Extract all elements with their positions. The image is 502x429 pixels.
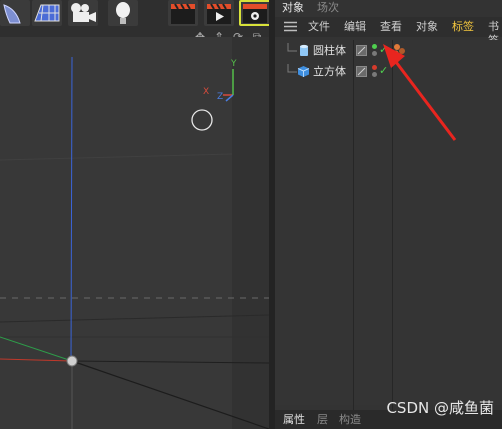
render-settings-button[interactable] (239, 0, 271, 26)
object-manager-menu: 文件 编辑 查看 对象 标签 书签 (275, 17, 502, 47)
tab-objects[interactable]: 对象 (282, 0, 304, 16)
menu-tags[interactable]: 标签 (452, 20, 474, 34)
layer-swatch-icon[interactable] (356, 45, 367, 56)
camera-button[interactable] (68, 0, 98, 26)
3d-viewport[interactable]: Y X Z (0, 37, 269, 429)
tab-takes[interactable]: 场次 (317, 0, 339, 16)
annotation-arrow-icon (383, 44, 457, 141)
cylinder-icon (300, 44, 308, 56)
light-button[interactable] (108, 0, 138, 26)
tab-attributes[interactable]: 属性 (283, 413, 305, 427)
render-view-button[interactable] (168, 0, 198, 26)
object-manager-panel: 对象 场次 文件 编辑 查看 对象 标签 书签 圆柱体 ✓ (275, 0, 502, 429)
light-bulb-icon (116, 2, 130, 24)
camera-icon (71, 3, 96, 22)
tab-structure[interactable]: 构造 (339, 413, 361, 427)
watermark-text: CSDN @咸鱼菌 (386, 399, 494, 417)
clapperboard-icon (171, 3, 195, 24)
gizmo-x-label: X (203, 87, 210, 97)
object-name[interactable]: 圆柱体 (313, 44, 346, 58)
cube-icon (297, 66, 310, 77)
render-to-picture-viewer-button[interactable] (204, 0, 234, 26)
render-settings-icon (243, 4, 267, 23)
render-play-icon (207, 3, 231, 24)
gizmo-z-label: Z (217, 92, 224, 102)
main-toolbar (0, 0, 275, 28)
menu-object[interactable]: 对象 (416, 20, 438, 34)
floor-button[interactable] (32, 0, 62, 26)
layer-swatch-icon[interactable] (356, 66, 367, 77)
floor-grid-icon (34, 4, 60, 22)
gizmo-y-label: Y (231, 59, 237, 69)
menu-view[interactable]: 查看 (380, 20, 402, 34)
tab-layers[interactable]: 层 (317, 413, 328, 427)
sculpt-icon (3, 4, 21, 24)
sculpt-tool-button[interactable] (0, 0, 30, 26)
hamburger-menu-icon[interactable] (284, 21, 297, 35)
menu-edit[interactable]: 编辑 (344, 20, 366, 34)
object-name[interactable]: 立方体 (313, 65, 346, 79)
menu-file[interactable]: 文件 (308, 20, 330, 34)
